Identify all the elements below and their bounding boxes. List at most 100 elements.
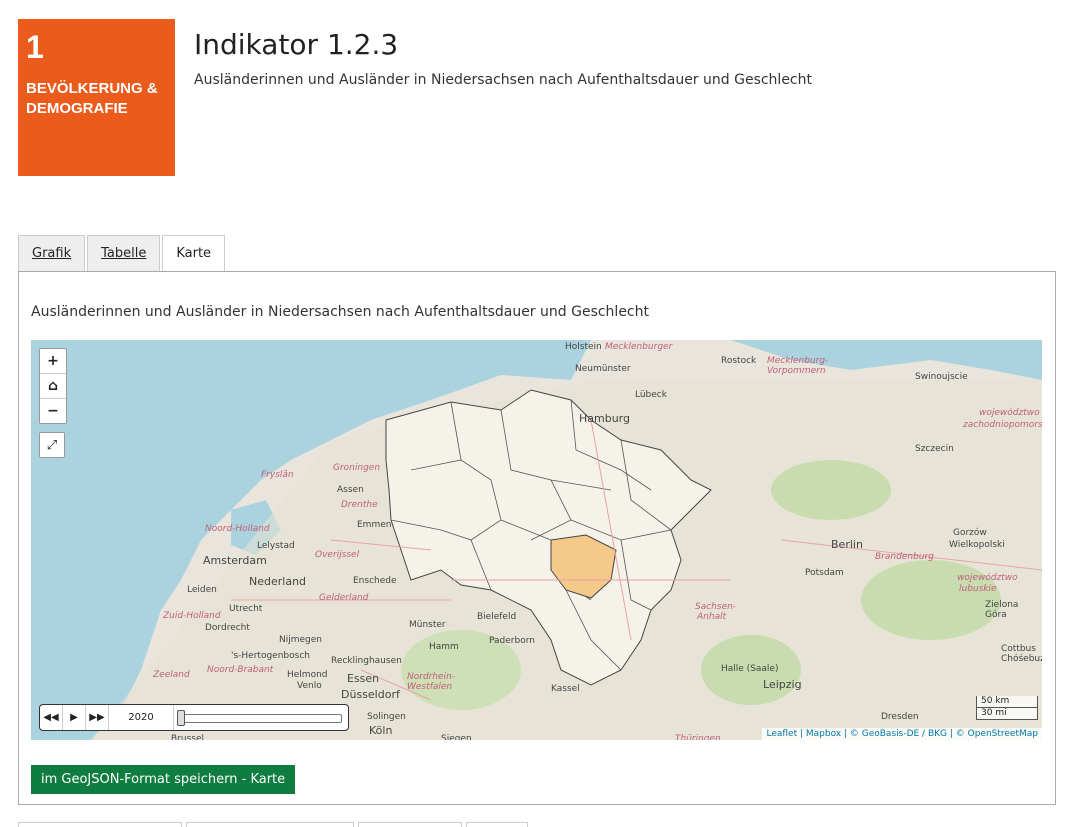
map-label: Leipzig: [763, 678, 802, 691]
map-label: Holstein: [565, 342, 602, 352]
map-label: Halle (Saale): [721, 664, 779, 674]
map-label: Dordrecht: [205, 623, 250, 633]
scale-km: 50 km: [976, 696, 1038, 708]
save-geojson-button[interactable]: im GeoJSON-Format speichern - Karte: [31, 765, 296, 794]
map-label: Siegen: [441, 734, 472, 740]
map-label: Westfalen: [407, 682, 453, 692]
bottom-tab[interactable]: [18, 822, 182, 827]
map-label: Amsterdam: [203, 554, 267, 567]
time-slider-handle[interactable]: [177, 710, 185, 726]
map-label: Dresden: [881, 712, 919, 722]
map-label: Gorzów: [953, 528, 987, 538]
rewind-icon[interactable]: ◀◀: [40, 705, 63, 730]
tab-tabelle[interactable]: Tabelle: [87, 235, 161, 272]
tab-panel: Ausländerinnen und Ausländer in Niedersa…: [18, 271, 1056, 805]
map-label: Groningen: [333, 463, 381, 473]
map-label: Utrecht: [229, 604, 263, 614]
map-label: Góra: [985, 610, 1007, 620]
tab-grafik[interactable]: Grafik: [18, 235, 86, 272]
zoom-controls: + ⌂ −: [39, 348, 67, 424]
map-label: 's-Hertogenbosch: [231, 651, 310, 661]
category-badge: 1 BEVÖLKERUNG & DEMOGRAFIE: [18, 19, 175, 176]
time-slider-control: ◀◀ ▶ ▶▶ 2020: [39, 704, 349, 731]
map-label: Bielefeld: [477, 612, 517, 622]
zoom-in-button[interactable]: +: [40, 349, 66, 374]
map-label: Chóśebuz: [1001, 654, 1042, 664]
time-slider-track: [180, 714, 342, 723]
year-display: 2020: [109, 705, 174, 730]
map-label: Emmen: [357, 520, 392, 530]
map-label: Hamburg: [579, 412, 630, 425]
map-label: Wielkopolski: [949, 540, 1005, 550]
map-label: Nordrhein-: [407, 672, 456, 682]
scale-bar: 50 km 30 mi: [976, 696, 1038, 720]
zoom-out-button[interactable]: −: [40, 399, 66, 423]
map-label: Mecklenburg-: [767, 356, 829, 366]
map-title: Ausländerinnen und Ausländer in Niedersa…: [31, 304, 649, 320]
map-label: Anhalt: [697, 612, 727, 622]
bottom-tab[interactable]: [186, 822, 354, 827]
map-label: Leiden: [187, 585, 217, 595]
page-title: Indikator 1.2.3: [194, 28, 399, 61]
play-icon[interactable]: ▶: [63, 705, 86, 730]
category-name: BEVÖLKERUNG & DEMOGRAFIE: [26, 80, 158, 117]
map-label: Swinoujscie: [915, 372, 968, 382]
map-label: Essen: [347, 672, 380, 685]
map-label: Paderborn: [489, 636, 535, 646]
map-background: [31, 340, 1042, 740]
map-label: Zielona: [985, 600, 1019, 610]
map-label: Nederland: [249, 575, 307, 588]
map-attribution[interactable]: Leaflet | Mapbox | © GeoBasis-DE / BKG |…: [762, 728, 1042, 740]
map-label: Lübeck: [635, 390, 667, 400]
fullscreen-icon[interactable]: ⤢: [39, 432, 65, 458]
map-label: lubuskie: [959, 584, 997, 594]
map-label: Berlin: [831, 538, 863, 551]
map-label: Noord-Holland: [205, 524, 270, 534]
map-label: Nijmegen: [279, 635, 322, 645]
map-label: Venlo: [297, 681, 322, 691]
map-label: Helmond: [287, 670, 328, 680]
map-label: Kassel: [551, 684, 580, 694]
map-label: Drenthe: [341, 500, 378, 510]
map-label: Brandenburg: [875, 552, 934, 562]
map-label: Mecklenburger: [605, 342, 673, 352]
map-label: zachodniopomorskie: [963, 420, 1042, 430]
map-label: województwo: [957, 573, 1018, 583]
page-subtitle: Ausländerinnen und Ausländer in Niedersa…: [194, 72, 812, 88]
map-label: Assen: [337, 485, 364, 495]
tab-karte[interactable]: Karte: [162, 235, 226, 272]
map-label: Solingen: [367, 712, 406, 722]
map-label: Gelderland: [319, 593, 369, 603]
map-label: Recklinghausen: [331, 656, 402, 666]
map-label: Zuid-Holland: [163, 611, 221, 621]
map-label: Lelystad: [257, 541, 295, 551]
map-label: Fryslân: [261, 470, 294, 480]
map-label: Potsdam: [805, 568, 844, 578]
map-label: Rostock: [721, 356, 757, 366]
map-label: Cottbus: [1001, 644, 1036, 654]
tab-bar: Grafik Tabelle Karte: [18, 235, 226, 272]
map-label: Neumünster: [575, 364, 631, 374]
home-icon[interactable]: ⌂: [40, 374, 66, 399]
map-label: Overijssel: [315, 550, 360, 560]
map-label: Brussel: [171, 734, 204, 740]
map-label: Hamm: [429, 642, 459, 652]
bottom-tab[interactable]: [466, 822, 528, 827]
bottom-tab-bar: [18, 822, 528, 827]
map-label: Noord-Brabant: [207, 665, 274, 675]
bottom-tab[interactable]: [358, 822, 462, 827]
map-label: Köln: [369, 724, 393, 737]
map-label: Enschede: [353, 576, 397, 586]
category-number: 1: [26, 29, 44, 65]
map-label: Thüringen: [675, 734, 721, 740]
map-label: Sachsen-: [695, 602, 737, 612]
map-label: województwo: [979, 408, 1040, 418]
map-label: Vorpommern: [767, 366, 826, 376]
forward-icon[interactable]: ▶▶: [86, 705, 109, 730]
time-slider[interactable]: [174, 705, 348, 730]
scale-mi: 30 mi: [976, 708, 1038, 720]
map-label: Szczecin: [915, 444, 954, 454]
map-view[interactable]: + ⌂ − ⤢ Holstein Mecklenburger Rostock Meck…: [31, 340, 1042, 740]
map-label: Zeeland: [153, 670, 190, 680]
map-label: Münster: [409, 620, 446, 630]
